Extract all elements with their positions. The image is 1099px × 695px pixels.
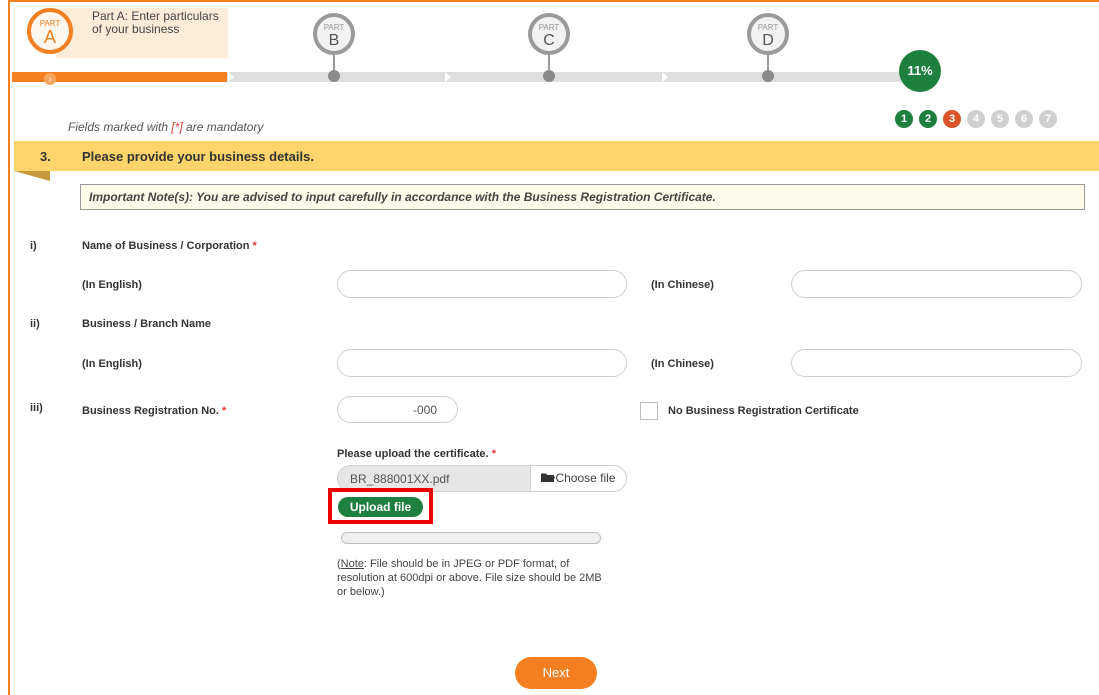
- question-number: iii): [30, 402, 43, 414]
- part-b-indicator: PART B: [313, 13, 355, 55]
- upload-label: Please upload the certificate. *: [337, 448, 496, 460]
- folder-icon: [541, 473, 556, 482]
- part-c-letter: C: [543, 32, 555, 49]
- branch-name-label: Business / Branch Name: [82, 318, 211, 330]
- step-indicators: 1 2 3 4 5 6 7: [895, 110, 1057, 128]
- no-br-certificate-label: No Business Registration Certificate: [668, 405, 859, 417]
- part-a-letter: A: [43, 27, 56, 47]
- selected-file-name: BR_888001XX.pdf: [350, 472, 450, 486]
- question-number: i): [30, 240, 37, 252]
- part-d-knob: [762, 70, 774, 82]
- part-b-stem: [333, 54, 335, 70]
- choose-file-label: Choose file: [555, 471, 616, 485]
- step-indicator: 6: [1015, 110, 1033, 128]
- mandatory-star: [*]: [171, 120, 183, 134]
- important-note: Important Note(s): You are advised to in…: [80, 184, 1085, 210]
- business-name-english-input[interactable]: [337, 270, 627, 298]
- br-number-label-text: Business Registration No.: [82, 405, 219, 417]
- part-d-indicator: PART D: [747, 13, 789, 55]
- progress-chevron: [445, 72, 451, 82]
- part-d-small-label: PART: [757, 23, 779, 32]
- upload-progress-bar: [341, 532, 601, 544]
- step-indicator: 4: [967, 110, 985, 128]
- progress-percentage: 11%: [899, 50, 941, 92]
- part-b-letter: B: [328, 32, 340, 49]
- progress-chevron: [228, 72, 234, 82]
- mandatory-prefix: Fields marked with: [68, 120, 172, 134]
- part-d-letter: D: [762, 32, 774, 49]
- part-a-indicator: PART A: [27, 8, 73, 54]
- required-star: *: [252, 240, 257, 252]
- part-b-small-label: PART: [323, 23, 345, 32]
- required-star: *: [221, 405, 227, 417]
- part-d-stem: [767, 54, 769, 70]
- in-english-label: (In English): [82, 279, 142, 291]
- in-chinese-label: (In Chinese): [651, 358, 714, 370]
- required-star: *: [491, 448, 496, 460]
- part-c-small-label: PART: [538, 23, 560, 32]
- branch-name-english-input[interactable]: [337, 349, 627, 377]
- business-name-chinese-input[interactable]: [791, 270, 1082, 298]
- in-chinese-label: (In Chinese): [651, 279, 714, 291]
- part-c-knob: [543, 70, 555, 82]
- question-number: ii): [30, 318, 40, 330]
- business-name-label-text: Name of Business / Corporation: [82, 240, 250, 252]
- part-c-stem: [548, 54, 550, 70]
- step-indicator: 5: [991, 110, 1009, 128]
- mandatory-hint: Fields marked with [*] are mandatory: [68, 120, 263, 134]
- br-number-input[interactable]: -000: [337, 396, 458, 423]
- part-a-tooltip: Part A: Enter particulars of your busine…: [56, 8, 228, 58]
- section-number: 3.: [40, 149, 51, 164]
- step-indicator: 2: [919, 110, 937, 128]
- br-number-label: Business Registration No. *: [82, 405, 226, 417]
- next-button[interactable]: Next: [515, 657, 597, 689]
- section-banner: 3. Please provide your business details.: [14, 141, 1099, 171]
- in-english-label: (In English): [82, 358, 142, 370]
- upload-label-text: Please upload the certificate.: [337, 448, 489, 460]
- step-indicator: 1: [895, 110, 913, 128]
- chevron-right-icon: ›: [44, 73, 56, 85]
- highlight-box: [328, 488, 433, 524]
- mandatory-suffix: are mandatory: [182, 120, 264, 134]
- business-name-label: Name of Business / Corporation *: [82, 240, 257, 252]
- no-br-certificate-checkbox[interactable]: [640, 402, 658, 420]
- file-requirements-note: (Note: File should be in JPEG or PDF for…: [337, 557, 612, 599]
- progress-chevron: [662, 72, 668, 82]
- banner-fold: [14, 171, 50, 181]
- note-text: : File should be in JPEG or PDF format, …: [337, 558, 602, 598]
- branch-name-chinese-input[interactable]: [791, 349, 1082, 377]
- choose-file-button[interactable]: Choose file: [530, 466, 626, 491]
- part-c-indicator: PART C: [528, 13, 570, 55]
- step-indicator: 7: [1039, 110, 1057, 128]
- step-indicator: 3: [943, 110, 961, 128]
- part-b-knob: [328, 70, 340, 82]
- section-title: Please provide your business details.: [82, 149, 314, 164]
- note-underlined: Note: [340, 558, 364, 570]
